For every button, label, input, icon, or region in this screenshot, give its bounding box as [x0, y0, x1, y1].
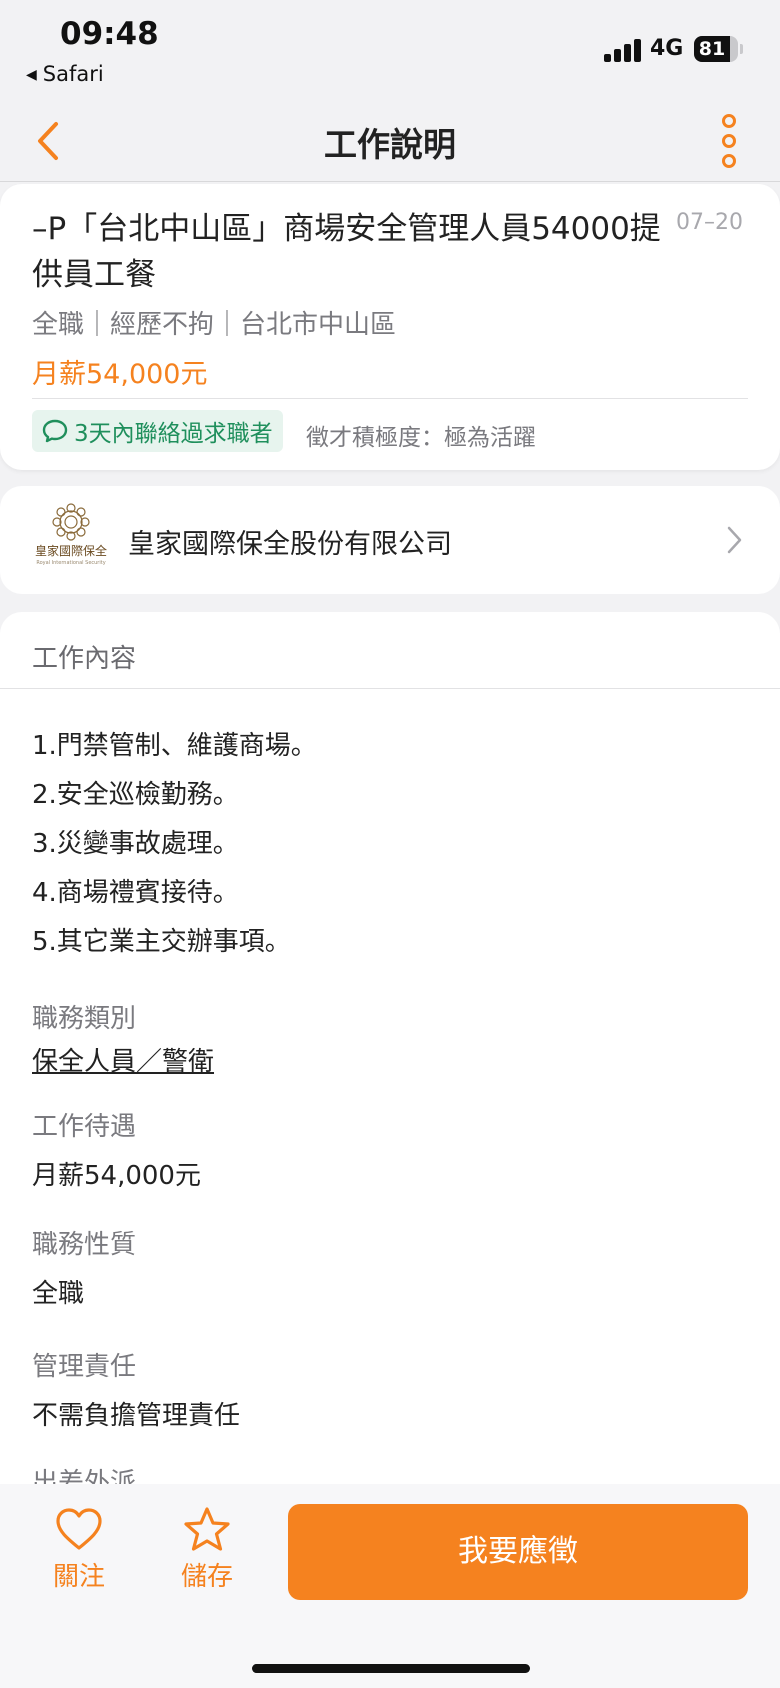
contact-badge: 3天內聯絡過求職者	[32, 410, 283, 452]
duty-item: 4.商場禮賓接待。	[32, 878, 239, 908]
follow-label: 關注	[52, 1562, 105, 1592]
battery-tip	[740, 44, 743, 54]
status-time: 09:48	[60, 16, 159, 52]
nav-bar: 工作說明	[0, 100, 780, 182]
home-indicator	[252, 1664, 530, 1673]
signal-icon	[604, 38, 644, 62]
divider	[0, 688, 780, 689]
duty-item: 1.門禁管制、維護商場。	[32, 731, 317, 761]
battery-level: 81	[698, 38, 726, 60]
back-triangle-icon: ◀	[26, 67, 37, 83]
save-label: 儲存	[180, 1562, 233, 1592]
battery-icon: 81	[694, 36, 738, 62]
field-label: 管理責任	[32, 1352, 137, 1382]
more-button[interactable]	[716, 114, 744, 168]
field-label: 職務類別	[32, 1004, 137, 1034]
field-value: 不需負擔管理責任	[32, 1401, 241, 1431]
job-content-card: 工作內容 1.門禁管制、維護商場。 2.安全巡檢勤務。 3.災變事故處理。 4.…	[0, 612, 780, 1498]
field-job-type: 職務性質 全職	[32, 1224, 136, 1310]
status-bar: 09:48 ◀ Safari 4G 81	[0, 0, 780, 100]
duty-list: 1.門禁管制、維護商場。 2.安全巡檢勤務。 3.災變事故處理。 4.商場禮賓接…	[32, 722, 317, 967]
field-label: 工作待遇	[32, 1112, 137, 1142]
field-value: 月薪54,000元	[32, 1161, 201, 1191]
follow-button[interactable]: 關注	[34, 1506, 124, 1593]
back-to-app-link[interactable]: ◀ Safari	[26, 62, 104, 86]
more-dot-icon	[722, 154, 736, 168]
chat-bubble-icon	[42, 419, 68, 443]
field-salary: 工作待遇 月薪54,000元	[32, 1106, 201, 1192]
more-dot-icon	[722, 114, 736, 128]
bottom-action-bar: 關注 儲存 我要應徵	[0, 1484, 780, 1688]
field-label: 職務性質	[32, 1230, 137, 1260]
duty-item: 2.安全巡檢勤務。	[32, 780, 239, 810]
more-dot-icon	[722, 134, 736, 148]
job-salary: 月薪54,000元	[32, 359, 208, 390]
network-type: 4G	[650, 36, 684, 61]
field-management: 管理責任 不需負擔管理責任	[32, 1346, 240, 1432]
page-title: 工作說明	[324, 125, 456, 164]
logo-subtext: Royal International Security	[36, 560, 106, 566]
job-summary-card: –P「台北中山區」商場安全管理人員54000提供員工餐 07–20 全職｜經歷不…	[0, 184, 780, 470]
heart-icon	[56, 1508, 102, 1550]
divider	[32, 398, 748, 399]
job-post-date: 07–20	[676, 210, 743, 235]
job-meta: 全職｜經歷不拘｜台北市中山區	[32, 310, 397, 340]
chevron-right-icon	[727, 526, 742, 554]
recruit-activity: 徵才積極度：極為活躍	[306, 425, 536, 451]
apply-button[interactable]: 我要應徵	[288, 1504, 748, 1600]
field-job-category: 職務類別 保全人員／警衛	[32, 998, 214, 1078]
save-button[interactable]: 儲存	[162, 1506, 252, 1593]
field-value: 全職	[32, 1279, 85, 1309]
flower-emblem-icon	[52, 503, 90, 541]
company-card[interactable]: 皇家國際保全 Royal International Security 皇家國際…	[0, 486, 780, 594]
job-title: –P「台北中山區」商場安全管理人員54000提供員工餐	[32, 211, 661, 293]
star-icon	[184, 1507, 230, 1551]
section-title: 工作內容	[32, 644, 137, 674]
job-category-link[interactable]: 保全人員／警衛	[32, 1041, 214, 1078]
duty-item: 3.災變事故處理。	[32, 829, 239, 859]
company-name: 皇家國際保全股份有限公司	[128, 529, 452, 560]
company-logo: 皇家國際保全 Royal International Security	[30, 502, 112, 578]
logo-text: 皇家國際保全	[34, 544, 107, 558]
back-app-label: Safari	[42, 62, 104, 86]
contact-badge-label: 3天內聯絡過求職者	[74, 421, 273, 447]
duty-item: 5.其它業主交辦事項。	[32, 927, 291, 957]
